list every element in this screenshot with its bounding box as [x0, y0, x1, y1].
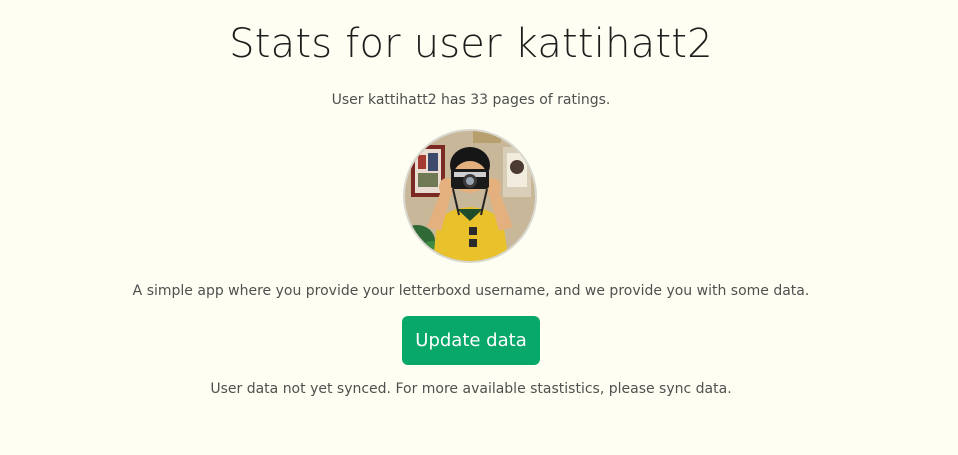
app-description: A simple app where you provide your lett… — [132, 283, 810, 299]
page-title: Stats for user kattihatt2 — [229, 21, 713, 67]
update-data-button[interactable]: Update data — [402, 316, 540, 365]
user-avatar-photo-icon — [405, 131, 535, 261]
ratings-summary: User kattihatt2 has 33 pages of ratings. — [331, 92, 611, 108]
avatar — [403, 129, 537, 263]
page: Stats for user kattihatt2 User kattihatt… — [0, 0, 958, 455]
sync-status-note: User data not yet synced. For more avail… — [210, 381, 732, 397]
